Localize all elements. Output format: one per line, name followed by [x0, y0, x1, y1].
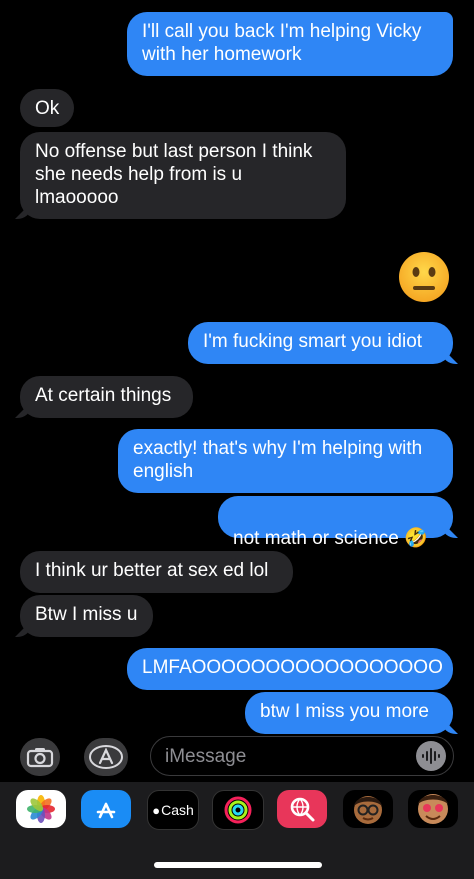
- photos-app-button[interactable]: [16, 790, 66, 828]
- activity-app-button[interactable]: [212, 790, 264, 830]
- message-input-placeholder: iMessage: [165, 746, 247, 767]
- message-sent[interactable]: not math or science 🤣: [218, 496, 453, 549]
- message-text: not math or science 🤣: [233, 528, 428, 549]
- apple-cash-label: Cash: [161, 802, 194, 818]
- apps-icon: [89, 745, 123, 769]
- app-store-drawer-button[interactable]: [84, 738, 128, 776]
- message-sent[interactable]: LMFAOOOOOOOOOOOOOOOOO: [127, 648, 453, 690]
- app-store-icon: [96, 802, 116, 819]
- photos-icon: [27, 795, 55, 823]
- apple-logo-icon: ●: [152, 802, 161, 818]
- message-received[interactable]: Ok: [20, 89, 74, 127]
- message-sent[interactable]: I'll call you back I'm helping Vicky wit…: [127, 12, 453, 76]
- memoji-app-button[interactable]: [343, 790, 393, 828]
- message-received[interactable]: No offense but last person I think she n…: [20, 132, 346, 219]
- app-store-app-button[interactable]: [81, 790, 131, 828]
- waveform-icon: [422, 748, 440, 764]
- magnifier-globe-icon: [290, 797, 315, 822]
- message-received[interactable]: I think ur better at sex ed lol: [20, 551, 293, 593]
- message-sent[interactable]: I'm fucking smart you idiot: [188, 322, 453, 364]
- message-sent[interactable]: exactly! that's why I'm helping with eng…: [118, 429, 453, 493]
- memoji-icon: [354, 796, 382, 824]
- camera-icon: [26, 748, 54, 768]
- message-sent[interactable]: btw I miss you more: [245, 692, 453, 734]
- message-thread: I'll call you back I'm helping Vicky wit…: [0, 0, 474, 734]
- memoji-stickers-app-button[interactable]: [408, 790, 458, 828]
- home-indicator[interactable]: [154, 862, 322, 868]
- neutral-face-emoji[interactable]: [398, 251, 450, 303]
- audio-message-button[interactable]: [416, 741, 446, 771]
- message-received[interactable]: At certain things: [20, 376, 193, 418]
- message-received[interactable]: Btw I miss u: [20, 595, 153, 637]
- memoji-stickers-icon: [418, 794, 448, 824]
- apple-cash-app-button[interactable]: ● Cash: [147, 790, 199, 830]
- image-search-app-button[interactable]: [277, 790, 327, 828]
- camera-button[interactable]: [20, 738, 60, 776]
- activity-icon: [224, 796, 252, 824]
